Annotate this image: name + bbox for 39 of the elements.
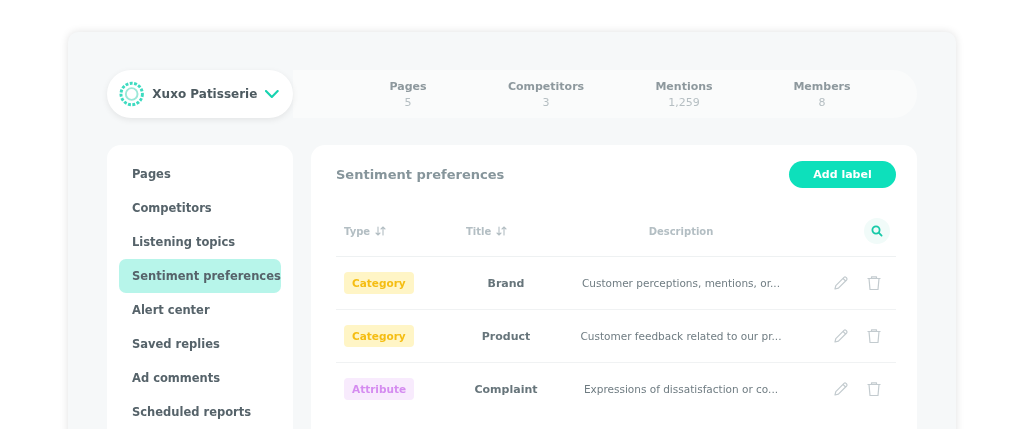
stat-value: 3 [542, 95, 550, 109]
edit-icon[interactable] [833, 381, 849, 397]
type-tag: Attribute [344, 378, 415, 400]
description-cell: Expressions of dissatisfaction or co... [583, 383, 779, 395]
title-cell: Complaint [474, 382, 538, 396]
edit-icon[interactable] [833, 328, 849, 344]
title-cell: Brand [487, 276, 525, 290]
brand-selector[interactable]: Xuxo Patisserie [107, 70, 293, 118]
stat-value: 5 [404, 95, 412, 109]
stat-value: 8 [818, 95, 826, 109]
type-tag: Category [344, 272, 414, 294]
search-button[interactable] [864, 218, 890, 244]
sort-icon [375, 226, 387, 236]
delete-icon[interactable] [866, 275, 882, 291]
sidebar-item[interactable]: Pages [119, 157, 281, 191]
type-tag: Category [344, 325, 414, 347]
logo-icon [119, 81, 145, 107]
search-icon [871, 225, 883, 237]
stat-label: Pages [389, 79, 427, 93]
sidebar-item[interactable]: Scheduled reports [119, 395, 281, 429]
panel-title: Sentiment preferences [336, 167, 505, 182]
sidebar-item[interactable]: Sentiment preferences [119, 259, 281, 293]
sidebar-item[interactable]: Ad comments [119, 361, 281, 395]
sidebar-item[interactable]: Listening topics [119, 225, 281, 259]
description-cell: Customer perceptions, mentions, or... [581, 277, 781, 289]
sort-icon [496, 226, 508, 236]
delete-icon[interactable] [866, 381, 882, 397]
description-cell: Customer feedback related to our pr... [580, 330, 782, 342]
stat-label: Mentions [655, 79, 713, 93]
sidebar-item[interactable]: Alert center [119, 293, 281, 327]
stat-value: 1,259 [668, 95, 700, 109]
stat-label: Members [793, 79, 851, 93]
edit-icon[interactable] [833, 275, 849, 291]
stat-label: Competitors [507, 79, 585, 93]
title-cell: Product [481, 329, 531, 343]
chevron-icon [265, 89, 279, 99]
sidebar-item[interactable]: Competitors [119, 191, 281, 225]
sidebar-item[interactable]: Saved replies [119, 327, 281, 361]
delete-icon[interactable] [866, 328, 882, 344]
